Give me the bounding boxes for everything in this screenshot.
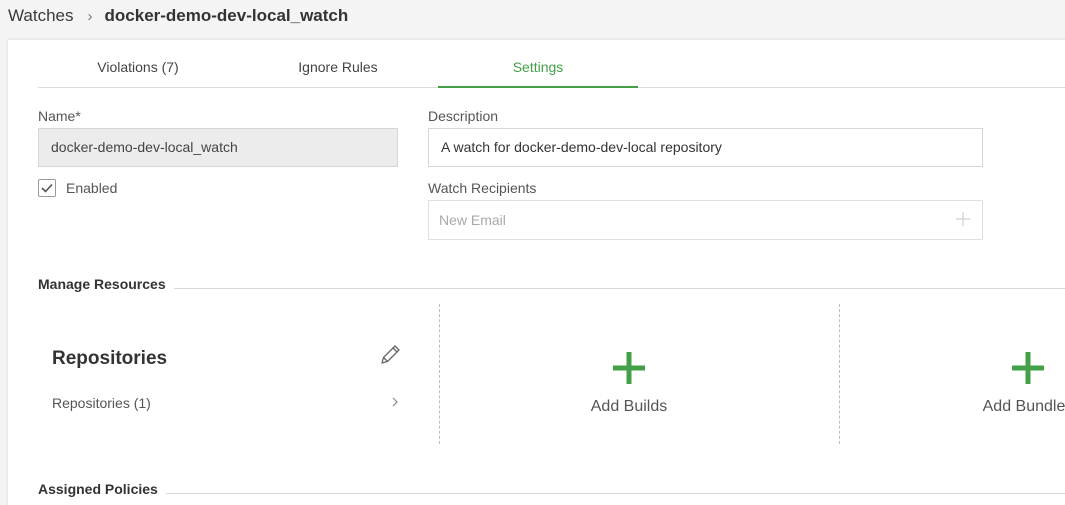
- tab-settings[interactable]: Settings: [438, 52, 638, 88]
- repositories-title: Repositories: [52, 348, 168, 369]
- add-bundles-button[interactable]: Add Bundles: [928, 350, 1065, 416]
- description-label: Description: [428, 108, 499, 124]
- description-field[interactable]: A watch for docker-demo-dev-local reposi…: [428, 128, 983, 167]
- new-email-input[interactable]: New Email: [428, 200, 983, 240]
- watch-recipients-label: Watch Recipients: [428, 180, 537, 196]
- add-email-plus-icon[interactable]: [954, 210, 972, 228]
- resource-column-divider: [839, 304, 840, 444]
- add-builds-label: Add Builds: [590, 398, 668, 415]
- name-field[interactable]: docker-demo-dev-local_watch: [38, 128, 398, 167]
- plus-icon: [1012, 352, 1044, 384]
- new-email-placeholder: New Email: [439, 212, 506, 228]
- tab-violations[interactable]: Violations (7): [38, 52, 238, 88]
- breadcrumb-chevron-icon: ›: [87, 7, 93, 25]
- assigned-policies-title: Assigned Policies: [38, 481, 166, 497]
- resource-column-divider: [439, 304, 440, 444]
- add-bundles-label: Add Bundles: [982, 398, 1065, 415]
- breadcrumb: Watches › docker-demo-dev-local_watch: [8, 5, 348, 27]
- breadcrumb-watches-link[interactable]: Watches: [8, 6, 74, 26]
- manage-resources-title: Manage Resources: [38, 276, 174, 292]
- checkmark-icon: [41, 183, 53, 193]
- repositories-count-label: Repositories (1): [52, 395, 151, 411]
- tab-ignore-rules[interactable]: Ignore Rules: [238, 52, 438, 88]
- tab-bar: Violations (7) Ignore Rules Settings: [38, 52, 1065, 88]
- manage-resources-divider: [38, 288, 1065, 289]
- enabled-checkbox[interactable]: [38, 179, 56, 197]
- enabled-label: Enabled: [66, 180, 118, 196]
- repositories-row[interactable]: Repositories (1): [52, 392, 402, 414]
- plus-icon: [613, 352, 645, 384]
- pencil-icon[interactable]: [378, 343, 402, 367]
- name-label: Name*: [38, 108, 81, 124]
- add-builds-button[interactable]: Add Builds: [529, 350, 729, 416]
- watch-settings-card: Violations (7) Ignore Rules Settings Nam…: [8, 40, 1065, 505]
- page-title: docker-demo-dev-local_watch: [104, 6, 349, 25]
- assigned-policies-divider: [38, 493, 1065, 494]
- chevron-right-icon: [392, 397, 398, 407]
